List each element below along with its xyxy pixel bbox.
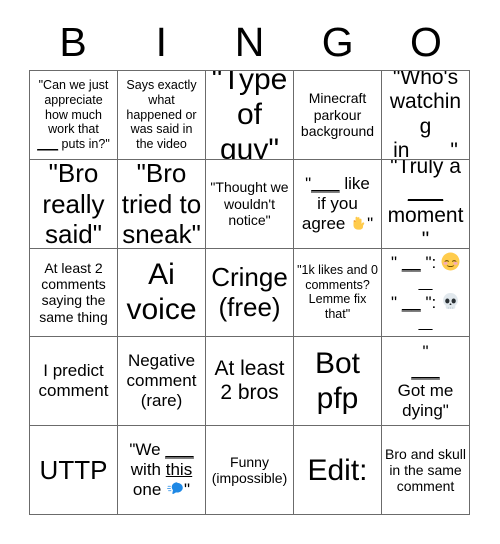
- bingo-cell-text: Cringe (free): [211, 262, 288, 323]
- bingo-cell-text: Edit:: [307, 453, 368, 487]
- bingo-cell-b3[interactable]: At least 2 comments saying the same thin…: [30, 248, 118, 338]
- bingo-cell-text: Bot pfp: [314, 347, 369, 416]
- bingo-cell-text: At least 2 bros: [214, 356, 291, 405]
- bingo-cell-text: "1k likes and 0 comments? Lemme fix that…: [297, 263, 382, 322]
- bingo-cell-o1[interactable]: "Who's watching in ___": [382, 71, 470, 160]
- bingo-cell-text: "Who's watching in ___": [389, 71, 462, 160]
- bingo-cell-i5[interactable]: "We ___ with this one ": [118, 426, 206, 515]
- header-letter-o: O: [409, 18, 442, 65]
- bingo-cell-o4[interactable]: " ___ Got me dying": [382, 337, 470, 427]
- bingo-cell-g4[interactable]: Bot pfp: [294, 337, 382, 427]
- bingo-cell-b4[interactable]: I predict comment: [30, 337, 118, 427]
- bingo-cell-text: "Bro really said": [42, 159, 112, 249]
- header-letter-b: B: [59, 18, 87, 65]
- bingo-cell-n1[interactable]: "Type of guy": [206, 71, 294, 160]
- bingo-cell-n2[interactable]: "Thought we wouldn't notice": [206, 159, 294, 249]
- bingo-header: B I N G O: [29, 14, 470, 70]
- bingo-cell-g2[interactable]: "___ like if you agree ": [294, 159, 382, 249]
- bingo-cell-b5[interactable]: UTTP: [30, 426, 118, 515]
- bingo-cell-text: UTTP: [39, 454, 108, 485]
- bingo-cell-o3[interactable]: " __ ": " __ ":: [382, 248, 470, 338]
- bingo-cell-text: Funny (impossible): [211, 453, 288, 487]
- bingo-cell-i1[interactable]: Says exactly what happened or was said i…: [118, 71, 206, 160]
- bingo-cell-text: Says exactly what happened or was said i…: [126, 78, 201, 151]
- bingo-cell-g3[interactable]: "1k likes and 0 comments? Lemme fix that…: [294, 248, 382, 338]
- header-letter-i: I: [155, 18, 167, 65]
- bingo-cell-text: "___ like if you agree ": [301, 173, 374, 233]
- header-letter-g: G: [321, 18, 354, 65]
- speaking-head-icon: [166, 480, 184, 498]
- bingo-cell-b2[interactable]: "Bro really said": [30, 159, 118, 249]
- bingo-cell-text: "We ___ with this one ": [129, 440, 194, 500]
- bingo-cell-text: Minecraft parkour background: [300, 90, 375, 140]
- bingo-grid: "Can we just appreciate how much work that _…: [29, 70, 470, 515]
- bingo-cell-text: "Thought we wouldn't notice": [210, 179, 293, 228]
- smiling-face-icon: [441, 252, 460, 271]
- bingo-cell-text: "Truly a ___ moment": [387, 159, 464, 249]
- bingo-cell-b1[interactable]: "Can we just appreciate how much work that _…: [30, 71, 118, 160]
- bingo-cell-o5[interactable]: Bro and skull in the same comment: [382, 426, 470, 515]
- bingo-cell-i2[interactable]: "Bro tried to sneak": [118, 159, 206, 249]
- point-down-icon: [350, 215, 367, 232]
- bingo-cell-g1[interactable]: Minecraft parkour background: [294, 71, 382, 160]
- bingo-cell-g5[interactable]: Edit:: [294, 426, 382, 515]
- bingo-cell-o2[interactable]: "Truly a ___ moment": [382, 159, 470, 249]
- bingo-cell-text: Bro and skull in the same comment: [385, 445, 470, 495]
- bingo-cell-text: "Type of guy": [211, 71, 288, 160]
- bingo-cell-i3[interactable]: Ai voice: [118, 248, 206, 338]
- bingo-cell-text: " ___ Got me dying": [397, 341, 454, 421]
- bingo-cell-text: Negative comment (rare): [126, 351, 202, 411]
- bingo-cell-text: At least 2 comments saying the same thin…: [39, 259, 110, 325]
- bingo-card: B I N G O "Can we just appreciate how much…: [0, 0, 500, 544]
- bingo-cell-i4[interactable]: Negative comment (rare): [118, 337, 206, 427]
- bingo-cell-text: "Bro tried to sneak": [121, 159, 202, 249]
- bingo-cell-text: I predict comment: [38, 361, 109, 401]
- header-letter-n: N: [234, 18, 265, 65]
- skull-icon: [441, 292, 460, 311]
- bingo-cell-n3[interactable]: Cringe (free): [206, 248, 294, 338]
- bingo-cell-n4[interactable]: At least 2 bros: [206, 337, 294, 427]
- bingo-cell-text: "Can we just appreciate how much work that _…: [37, 78, 110, 151]
- bingo-cell-text: Ai voice: [126, 258, 197, 327]
- bingo-cell-text: " __ ": " __ ":: [385, 252, 466, 333]
- bingo-cell-n5[interactable]: Funny (impossible): [206, 426, 294, 515]
